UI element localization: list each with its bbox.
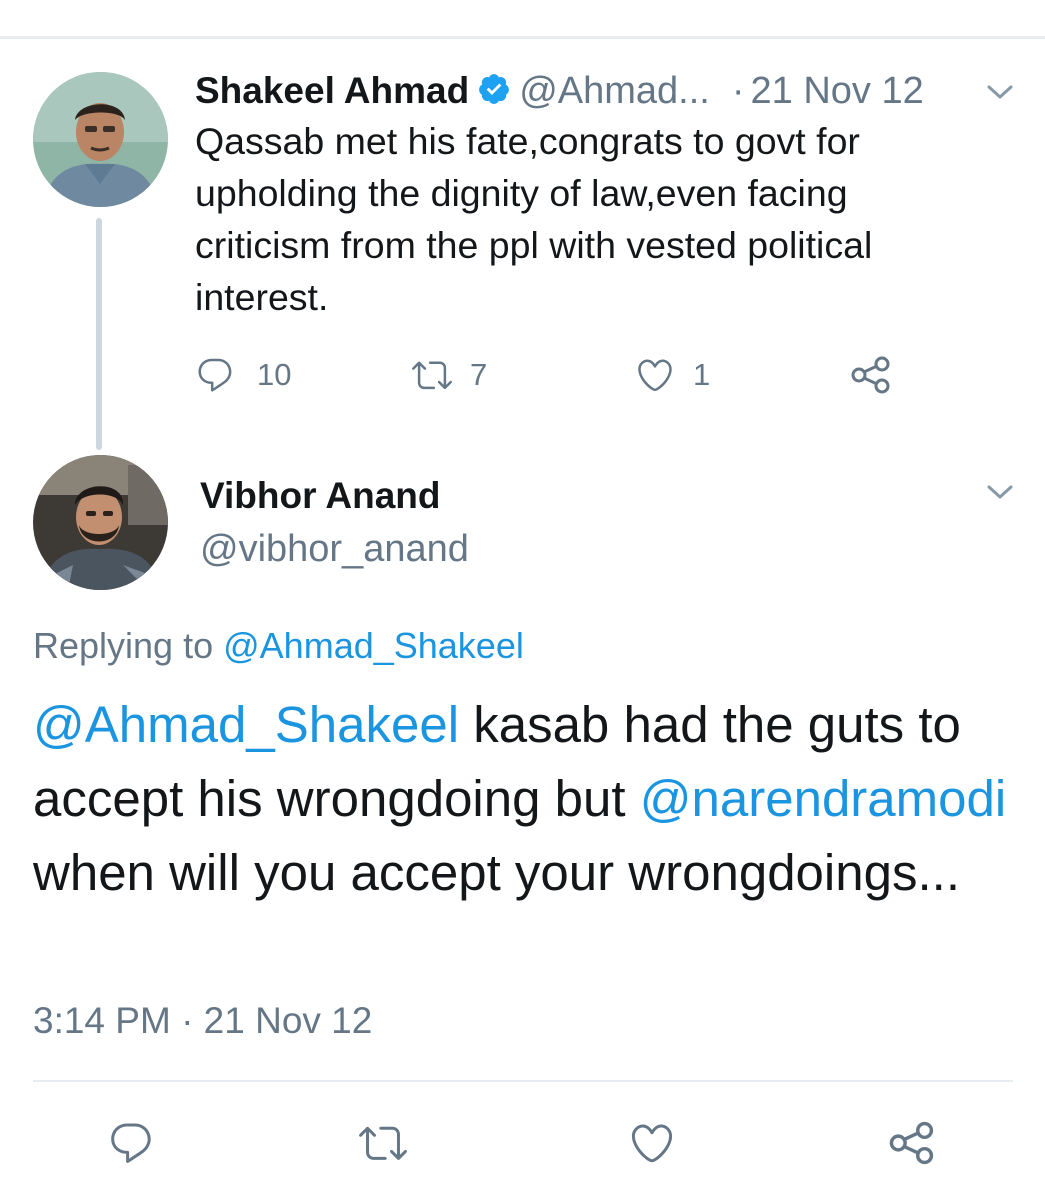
avatar-shakeel-ahmad[interactable]	[33, 72, 168, 207]
reply-icon	[195, 355, 235, 395]
retweet-icon	[357, 1119, 409, 1172]
replying-to-line: Replying to @Ahmad_Shakeel	[33, 625, 524, 667]
reply-text-segment: when will you accept your wrongdoings...	[33, 844, 960, 901]
retweet-button[interactable]	[348, 1110, 418, 1180]
chevron-down-icon[interactable]	[985, 80, 1015, 104]
reply-action[interactable]: 10	[195, 345, 291, 405]
reply-tweet-actions	[0, 1110, 1045, 1180]
reply-button[interactable]	[96, 1110, 166, 1180]
tweet-date[interactable]: 21 Nov 12	[751, 70, 924, 113]
author-name[interactable]: Shakeel Ahmad	[195, 70, 469, 112]
mention-link[interactable]: @Ahmad_Shakeel	[33, 696, 459, 753]
reply-author-handle[interactable]: @vibhor_anand	[200, 528, 469, 571]
like-button[interactable]	[617, 1110, 687, 1180]
thread-connector	[96, 218, 102, 450]
retweet-icon	[410, 355, 454, 395]
top-divider	[0, 36, 1045, 39]
reply-author-name[interactable]: Vibhor Anand	[200, 475, 441, 517]
bottom-divider	[33, 1080, 1013, 1082]
share-icon	[888, 1120, 936, 1171]
heart-icon	[628, 1119, 676, 1172]
reply-timestamp[interactable]: 3:14 PM · 21 Nov 12	[33, 1000, 372, 1042]
share-action[interactable]	[850, 345, 892, 405]
reply-count: 10	[257, 357, 292, 392]
share-icon	[850, 355, 892, 395]
retweet-action[interactable]: 7	[410, 345, 487, 405]
mention-link[interactable]: @narendramodi	[640, 770, 1006, 827]
heart-icon	[635, 355, 675, 395]
author-handle[interactable]: @Ahmad...	[519, 70, 710, 113]
avatar-vibhor-anand[interactable]	[33, 455, 168, 590]
parent-tweet-header: Shakeel Ahmad @Ahmad... · 21 Nov 12	[195, 66, 924, 116]
like-action[interactable]: 1	[635, 345, 710, 405]
verified-badge-icon	[477, 72, 511, 111]
reply-icon	[107, 1119, 155, 1172]
parent-tweet-text: Qassab met his fate,congrats to govt for…	[195, 120, 873, 318]
retweet-count: 7	[470, 357, 488, 392]
reply-tweet-text: @Ahmad_Shakeel kasab had the guts to acc…	[33, 688, 1023, 910]
header-separator: ·	[731, 69, 745, 112]
replying-to-mention[interactable]: @Ahmad_Shakeel	[223, 625, 524, 666]
like-count: 1	[693, 357, 711, 392]
parent-tweet-actions: 10 7 1	[195, 345, 915, 405]
share-button[interactable]	[877, 1110, 947, 1180]
chevron-down-icon[interactable]	[985, 480, 1015, 504]
replying-prefix: Replying to	[33, 625, 214, 666]
